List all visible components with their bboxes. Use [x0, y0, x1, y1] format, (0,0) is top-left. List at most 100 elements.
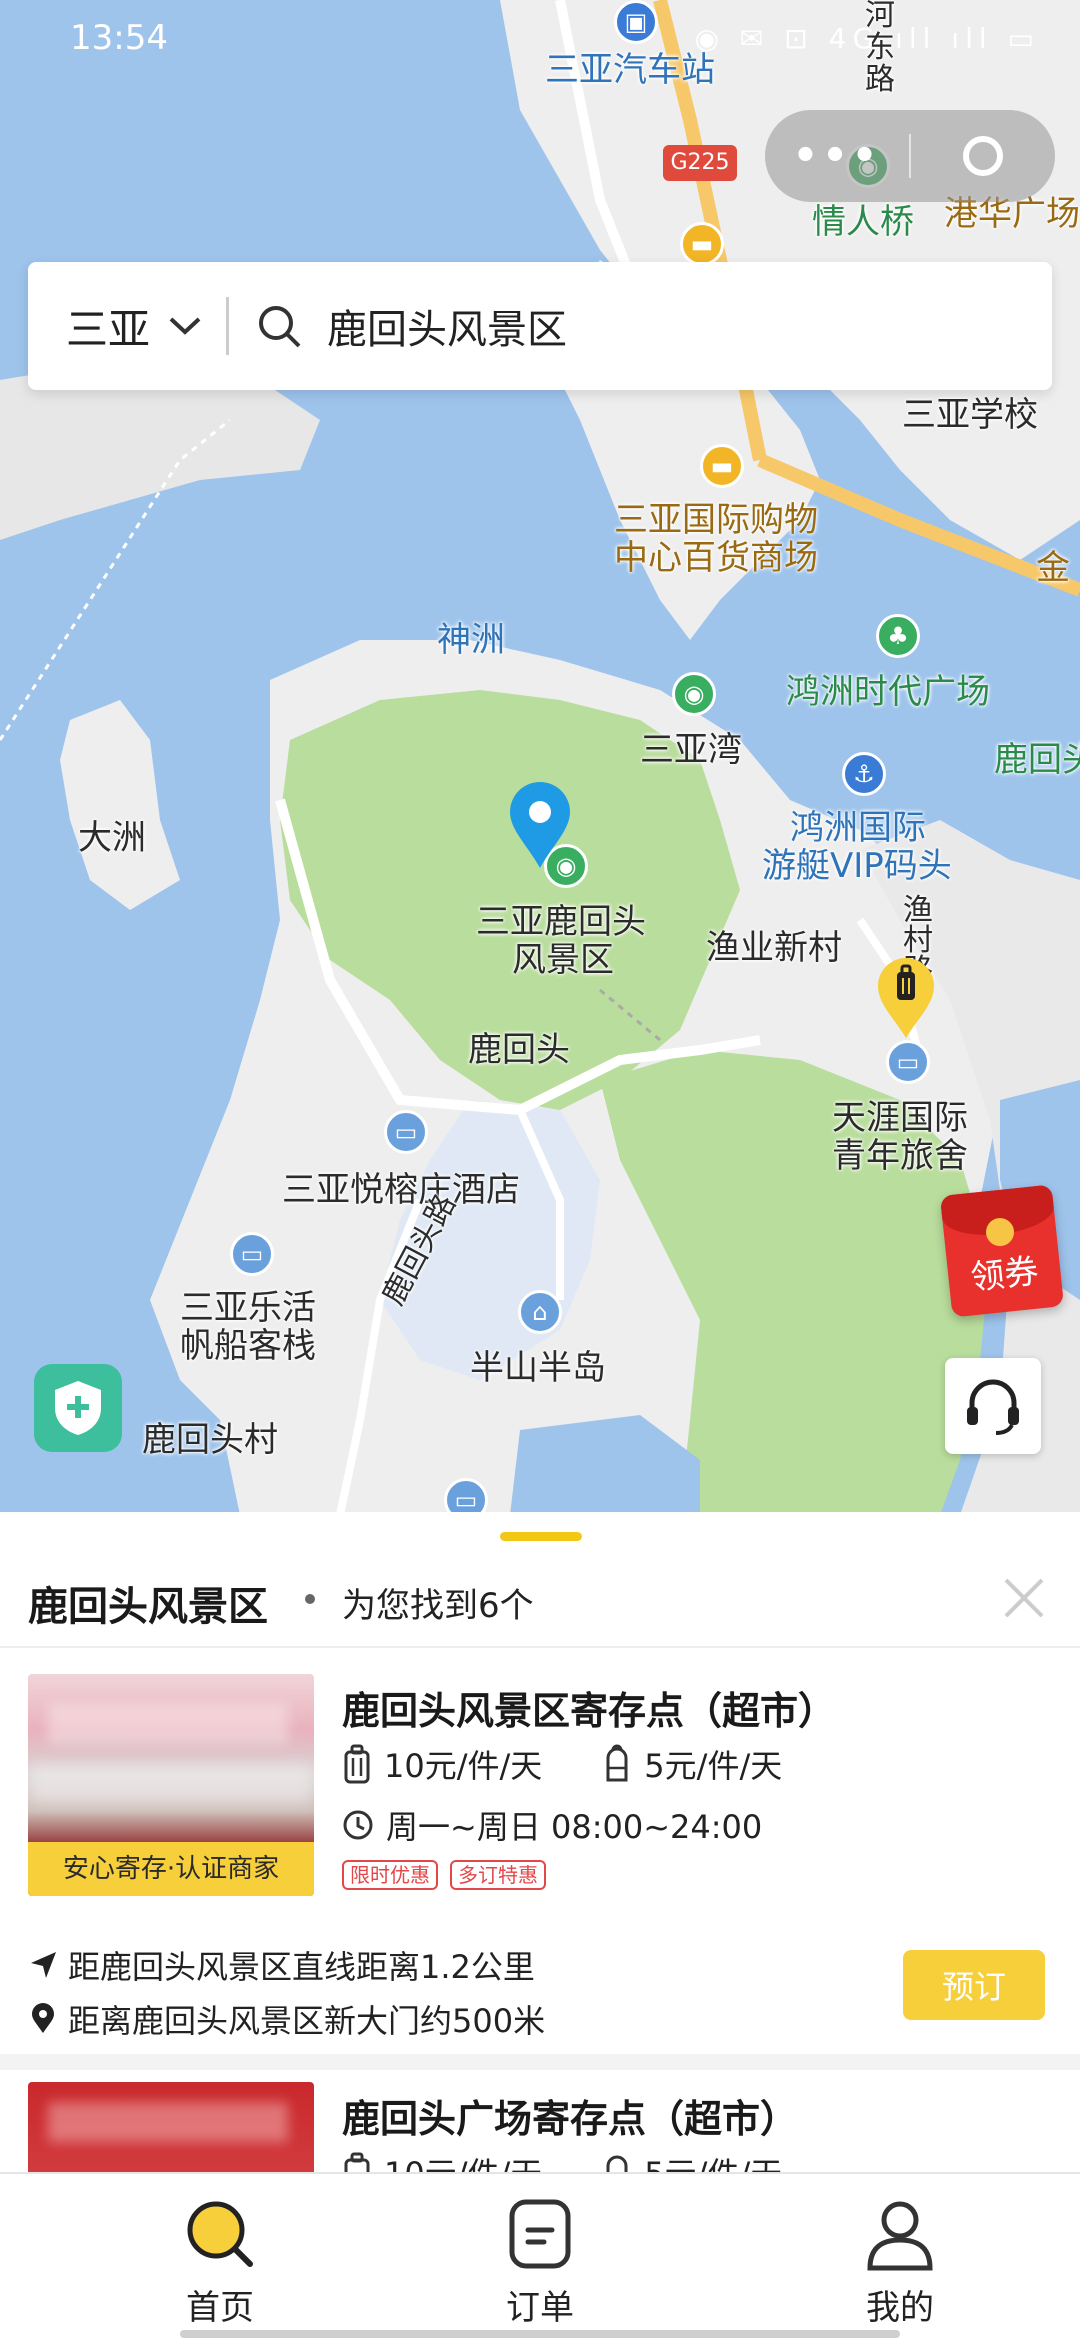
luggage-price: 10元/件/天 — [384, 1747, 543, 1785]
tab-home[interactable]: 首页 — [120, 2194, 320, 2329]
results-sheet: 鹿回头风景区 为您找到6个 安心寄存·认证商家 鹿回头风景区寄存点（超市） 10… — [0, 1512, 1080, 2172]
store-name[interactable]: 鹿回头广场寄存点（超市） — [342, 2088, 798, 2143]
backpack-icon — [606, 2155, 628, 2172]
certified-badge: 安心寄存·认证商家 — [28, 1842, 314, 1896]
hotel-poi-icon[interactable]: ▭ — [384, 1110, 428, 1154]
suitcase-icon — [344, 1744, 370, 1784]
close-icon[interactable] — [1000, 1574, 1048, 1622]
shopping-poi-icon[interactable]: ▬ — [680, 222, 724, 266]
suitcase-icon — [344, 2152, 370, 2172]
miniprogram-capsule: ••• — [765, 110, 1055, 202]
sanya-bay-camera-icon[interactable]: ◉ — [672, 672, 716, 716]
bag-price: 5元/件/天 — [644, 1747, 783, 1785]
home-search-icon — [187, 2201, 253, 2267]
coupon-label: 领券 — [968, 1251, 1041, 1299]
close-miniprogram-button[interactable] — [911, 136, 1055, 176]
store-thumbnail[interactable]: 安心寄存·认证商家 — [28, 1674, 314, 1896]
price-row: 10元/件/天 5元/件/天 — [342, 2150, 782, 2172]
tab-orders-label: 订单 — [506, 2288, 574, 2328]
coupon-button[interactable]: 领券 — [939, 1184, 1065, 1318]
map-label-scenic-line1: 三亚鹿回头 — [476, 902, 646, 942]
map-label-mall-line1: 三亚国际购物 — [614, 500, 818, 540]
map-label-shenzhou: 神洲 — [437, 620, 505, 660]
map-label-scenic-line2: 风景区 — [512, 940, 614, 980]
map-view[interactable]: 三亚汽车站 G225 情人桥 港华广场 河东路 三亚学校 三亚国际购物 中心百货… — [0, 0, 1080, 1515]
thumbnail-blur — [28, 1764, 314, 1804]
anchor-poi-icon[interactable]: ⚓ — [842, 752, 886, 796]
insurance-button[interactable] — [34, 1364, 122, 1452]
more-menu-button[interactable]: ••• — [765, 133, 909, 179]
map-label-sanya-bay: 三亚湾 — [640, 730, 742, 770]
title-separator-dot — [305, 1594, 315, 1604]
order-icon — [509, 2199, 571, 2269]
customer-service-button[interactable] — [945, 1358, 1041, 1454]
map-label-banshan: 半山半岛 — [470, 1348, 606, 1388]
search-icon — [259, 306, 301, 348]
distance-line: 距鹿回头风景区直线距离1.2公里 — [28, 1942, 535, 1988]
sheet-header: 鹿回头风景区 为您找到6个 — [0, 1560, 1080, 1648]
navigation-arrow-icon — [31, 1952, 56, 1978]
map-label-jin: 金 — [1036, 548, 1070, 588]
hours-text: 周一~周日 08:00~24:00 — [386, 1808, 763, 1846]
sheet-drag-handle[interactable] — [500, 1532, 582, 1541]
home-indicator — [180, 2330, 900, 2338]
map-label-yacht-line1: 鸿洲国际 — [790, 808, 926, 848]
store-name[interactable]: 鹿回头风景区寄存点（超市） — [342, 1680, 836, 1735]
thumbnail-blur — [48, 2102, 288, 2142]
shield-plus-icon — [55, 1381, 101, 1435]
map-label-sail-line1: 三亚乐活 — [180, 1288, 316, 1328]
tab-profile[interactable]: 我的 — [800, 2194, 1000, 2329]
search-divider — [226, 297, 230, 355]
gate-distance-line: 距离鹿回头风景区新大门约500米 — [28, 1996, 545, 2042]
map-label-hostel-line1: 天涯国际 — [832, 1098, 968, 1138]
luggage-store-pin-icon[interactable] — [876, 956, 936, 1040]
gate-distance-text: 距离鹿回头风景区新大门约500米 — [68, 2002, 546, 2040]
hostel-poi-icon[interactable]: ▭ — [886, 1040, 930, 1084]
tree-poi-icon[interactable]: ♣ — [876, 614, 920, 658]
map-label-luhuitou-village: 鹿回头村 — [142, 1420, 278, 1460]
map-label-fishing-village: 渔业新村 — [706, 928, 842, 968]
status-time: 13:54 — [70, 18, 168, 58]
tab-profile-label: 我的 — [866, 2288, 934, 2328]
location-marker-icon — [32, 2003, 54, 2033]
map-label-yacht-line2: 游艇VIP码头 — [762, 846, 952, 886]
store-thumbnail[interactable] — [28, 2082, 314, 2172]
bottom-poi-icon[interactable]: ▭ — [444, 1478, 488, 1515]
clock-icon — [343, 1810, 373, 1840]
price-row: 10元/件/天 5元/件/天 — [342, 1742, 782, 1786]
map-background — [0, 0, 1080, 1515]
map-label-dazhou: 大洲 — [78, 818, 146, 858]
promo-tag-limited: 限时优惠 — [342, 1860, 438, 1890]
headset-icon — [967, 1379, 1019, 1435]
result-count: 为您找到6个 — [342, 1586, 534, 1626]
status-bar: 13:54 ◉ ✉ ⊡ 4G ıll ıll ▭ — [0, 0, 1080, 80]
card-divider — [0, 2054, 1080, 2070]
residence-poi-icon[interactable]: ⌂ — [518, 1290, 562, 1334]
tab-orders[interactable]: 订单 — [440, 2194, 640, 2329]
map-label-banyan-hotel: 三亚悦榕庄酒店 — [282, 1170, 520, 1210]
profile-icon — [867, 2201, 933, 2271]
map-label-mall-line2: 中心百货商场 — [614, 538, 818, 578]
mall-poi-icon[interactable]: ▬ — [700, 444, 744, 488]
sheet-title: 鹿回头风景区 — [28, 1584, 268, 1630]
map-label-hostel-line2: 青年旅舍 — [832, 1136, 968, 1176]
target-circle-icon — [962, 136, 1003, 176]
opening-hours: 周一~周日 08:00~24:00 — [342, 1802, 762, 1848]
search-input[interactable]: 鹿回头风景区 — [327, 297, 567, 355]
bottom-tab-bar: 首页 订单 我的 — [0, 2172, 1080, 2342]
map-label-sail-line2: 帆船客栈 — [180, 1326, 316, 1366]
location-pin-icon[interactable] — [508, 780, 572, 870]
map-label-luhuitou: 鹿回头 — [468, 1030, 570, 1070]
map-label-luhuitou-edge: 鹿回头 — [994, 740, 1080, 780]
promo-tag-multi: 多订特惠 — [450, 1860, 546, 1890]
distance-text: 距鹿回头风景区直线距离1.2公里 — [68, 1948, 535, 1986]
chevron-down-icon[interactable] — [168, 309, 202, 343]
inn-poi-icon[interactable]: ▭ — [230, 1232, 274, 1276]
status-icons: ◉ ✉ ⊡ 4G ıll ıll ▭ — [694, 22, 1040, 55]
thumbnail-blur — [48, 1704, 288, 1744]
book-button[interactable]: 预订 — [903, 1950, 1045, 2020]
map-label-hongzhou-plaza: 鸿洲时代广场 — [786, 672, 990, 712]
city-selector[interactable]: 三亚 — [66, 296, 150, 357]
search-bar: 三亚 鹿回头风景区 — [28, 262, 1052, 390]
map-label-road-g225: G225 — [663, 145, 737, 181]
